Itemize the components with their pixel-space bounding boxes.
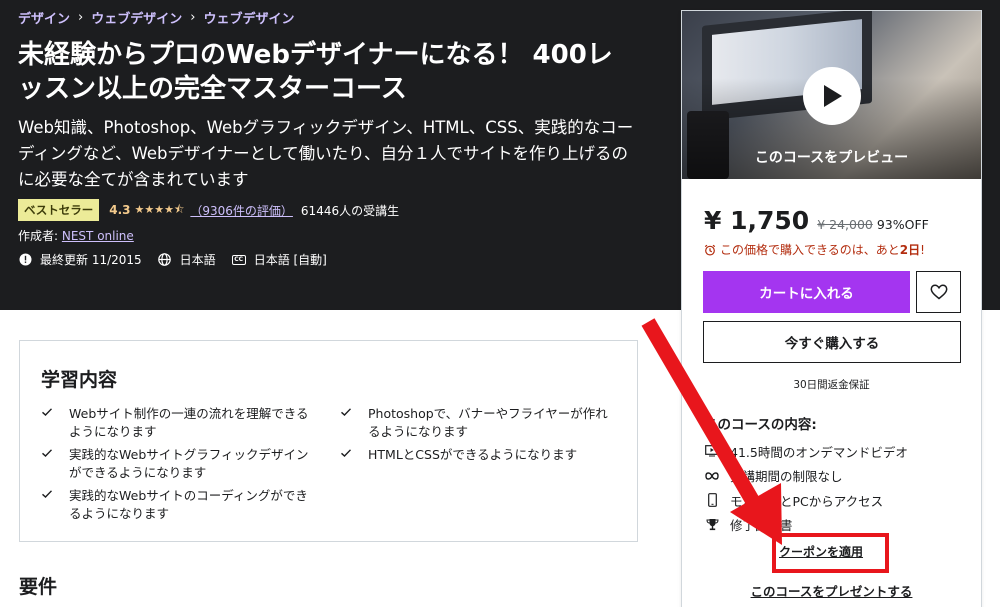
timer-text: この価格で購入できるのは、あと	[720, 243, 900, 257]
buy-now-button[interactable]: 今すぐ購入する	[703, 321, 961, 363]
preview-label: このコースをプレビュー	[754, 150, 909, 166]
include-item-text: モバイルとPCからアクセス	[730, 493, 884, 509]
price-row: ¥ 1,750 ¥ 24,000 93%OFF	[704, 206, 929, 235]
price-timer: この価格で購入できるのは、あと 2日!	[704, 241, 925, 258]
language: 日本語	[158, 251, 216, 268]
timer-days: 2日	[899, 243, 921, 257]
rating-row: ベストセラー 4.3 ★★★★⯪ （9306件の評価） 61446人の受講生	[18, 199, 399, 221]
requirements-title: 要件	[19, 576, 58, 598]
purchase-sidebar: このコースをプレビュー ¥ 1,750 ¥ 24,000 93%OFF この価格…	[681, 10, 982, 607]
check-icon	[41, 487, 55, 505]
include-item: 41.5時間のオンデマンドビデオ	[704, 439, 908, 464]
learn-item-text: Webサイト制作の一連の流れを理解できるようになります	[69, 406, 309, 439]
captions: CC 日本語 [自動]	[231, 251, 327, 268]
alert-badge-icon	[18, 253, 32, 267]
check-icon	[340, 405, 354, 423]
captions-text: 日本語 [自動]	[253, 253, 327, 267]
gift-course-link[interactable]: このコースをプレゼントする	[682, 581, 981, 600]
include-item-text: 受講期間の制限なし	[730, 469, 843, 485]
play-icon	[824, 85, 842, 107]
wishlist-button[interactable]	[916, 271, 961, 313]
rating-count-link[interactable]: （9306件の評価）	[190, 202, 293, 219]
last-updated: 最終更新 11/2015	[18, 251, 142, 268]
chevron-right-icon: ›	[190, 10, 196, 25]
timer-suffix: !	[920, 242, 925, 257]
language-text: 日本語	[179, 253, 216, 267]
current-price: ¥ 1,750	[704, 206, 810, 235]
breadcrumb-design[interactable]: デザイン	[18, 8, 70, 27]
meta-row: 最終更新 11/2015 日本語 CC 日本語 [自動]	[18, 251, 343, 268]
learn-item: 実践的なWebサイトグラフィックデザインができるようになります	[41, 446, 311, 482]
heart-icon	[930, 284, 947, 300]
learn-item-text: 実践的なWebサイトグラフィックデザインができるようになります	[69, 447, 309, 480]
includes-list: 41.5時間のオンデマンドビデオ 受講期間の制限なし モバイルとPCからアクセス…	[704, 439, 908, 537]
check-icon	[340, 446, 354, 464]
includes-title: このコースの内容:	[704, 417, 817, 433]
author-link[interactable]: NEST online	[62, 229, 134, 243]
globe-icon	[158, 253, 172, 267]
learn-item-text: 実践的なWebサイトのコーディングができるようになります	[69, 488, 308, 521]
what-you-learn-box: 学習内容 Webサイト制作の一連の流れを理解できるようになります 実践的なWeb…	[19, 340, 638, 542]
learn-item: HTMLとCSSができるようになります	[340, 446, 610, 464]
breadcrumb-web-design[interactable]: ウェブデザイン	[91, 8, 182, 27]
breadcrumb-web-design-topic[interactable]: ウェブデザイン	[203, 8, 294, 27]
check-icon	[41, 446, 55, 464]
include-item: 受講期間の制限なし	[704, 464, 908, 489]
learn-item: Photoshopで、バナーやフライヤーが作れるようになります	[340, 405, 610, 441]
learn-column-left: Webサイト制作の一連の流れを理解できるようになります 実践的なWebサイトグラ…	[41, 405, 311, 528]
include-item: モバイルとPCからアクセス	[704, 488, 908, 513]
course-subtitle: Web知識、Photoshop、Webグラフィックデザイン、HTML、CSS、実…	[18, 118, 634, 189]
check-icon	[41, 405, 55, 423]
chevron-right-icon: ›	[78, 10, 84, 25]
video-icon	[704, 445, 720, 457]
author-row: 作成者: NEST online	[18, 227, 134, 244]
add-to-cart-button[interactable]: カートに入れる	[703, 271, 910, 313]
apply-coupon-link[interactable]: クーポンを適用	[779, 543, 863, 560]
last-updated-text: 最終更新 11/2015	[40, 253, 142, 267]
play-button[interactable]	[803, 67, 861, 125]
learn-item-text: Photoshopで、バナーやフライヤーが作れるようになります	[368, 406, 608, 439]
money-back-guarantee: 30日間返金保証	[793, 379, 870, 391]
learn-column-right: Photoshopで、バナーやフライヤーが作れるようになります HTMLとCSS…	[340, 405, 610, 469]
alarm-clock-icon	[704, 244, 716, 256]
student-count: 61446人の受講生	[300, 203, 400, 218]
discount-percent: 93%OFF	[876, 217, 929, 232]
learn-item: 実践的なWebサイトのコーディングができるようになります	[41, 487, 311, 523]
mobile-icon	[704, 493, 720, 508]
learn-item: Webサイト制作の一連の流れを理解できるようになります	[41, 405, 311, 441]
learn-item-text: HTMLとCSSができるようになります	[368, 447, 578, 462]
infinity-icon	[704, 471, 720, 481]
trophy-icon	[704, 518, 720, 531]
star-rating-icon: ★★★★⯪	[134, 202, 185, 216]
learn-title: 学習内容	[41, 369, 118, 391]
course-preview[interactable]: このコースをプレビュー	[682, 11, 981, 179]
include-item-text: 修了証明書	[730, 518, 793, 534]
closed-captions-icon: CC	[231, 253, 246, 267]
original-price: ¥ 24,000	[817, 217, 873, 232]
include-item: 修了証明書	[704, 513, 908, 538]
rating-value: 4.3	[109, 203, 131, 217]
course-title: 未経験からプロのWebデザイナーになる！ 400レッスン以上の完全マスターコース	[18, 40, 613, 104]
breadcrumb: デザイン › ウェブデザイン › ウェブデザイン	[18, 8, 294, 27]
include-item-text: 41.5時間のオンデマンドビデオ	[730, 444, 908, 460]
author-label: 作成者:	[18, 229, 59, 243]
bestseller-badge: ベストセラー	[18, 199, 100, 221]
